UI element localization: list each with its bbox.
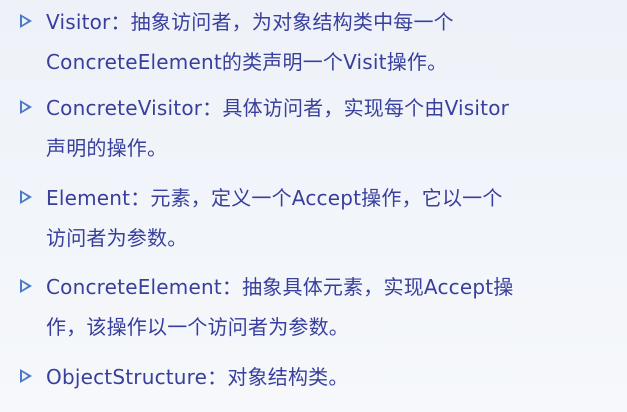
bullet-text: ConcreteVisitor：具体访问者，实现每个由Visitor 声明的操作… (46, 96, 510, 160)
bullet-text: ConcreteElement：抽象具体元素，实现Accept操 作，该操作以一… (46, 275, 514, 339)
bullet-item-object-structure: ObjectStructure：对象结构类。 (20, 357, 580, 397)
bullet-item-concrete-element: ConcreteElement：抽象具体元素，实现Accept操 作，该操作以一… (20, 267, 580, 347)
triangle-bullet-icon (20, 14, 32, 28)
bullet-text: Element：元素，定义一个Accept操作，它以一个 访问者为参数。 (46, 186, 503, 250)
triangle-bullet-icon (20, 279, 32, 293)
bullet-item-element: Element：元素，定义一个Accept操作，它以一个 访问者为参数。 (20, 178, 580, 258)
bullet-text: ObjectStructure：对象结构类。 (46, 365, 349, 389)
triangle-bullet-icon (20, 100, 32, 114)
bullet-item-concrete-visitor: ConcreteVisitor：具体访问者，实现每个由Visitor 声明的操作… (20, 88, 580, 168)
slide: Visitor：抽象访问者，为对象结构类中每一个 ConcreteElement… (0, 0, 627, 412)
triangle-bullet-icon (20, 369, 32, 383)
bullet-item-visitor: Visitor：抽象访问者，为对象结构类中每一个 ConcreteElement… (20, 2, 580, 82)
triangle-bullet-icon (20, 190, 32, 204)
bullet-text: Visitor：抽象访问者，为对象结构类中每一个 ConcreteElement… (46, 10, 454, 74)
